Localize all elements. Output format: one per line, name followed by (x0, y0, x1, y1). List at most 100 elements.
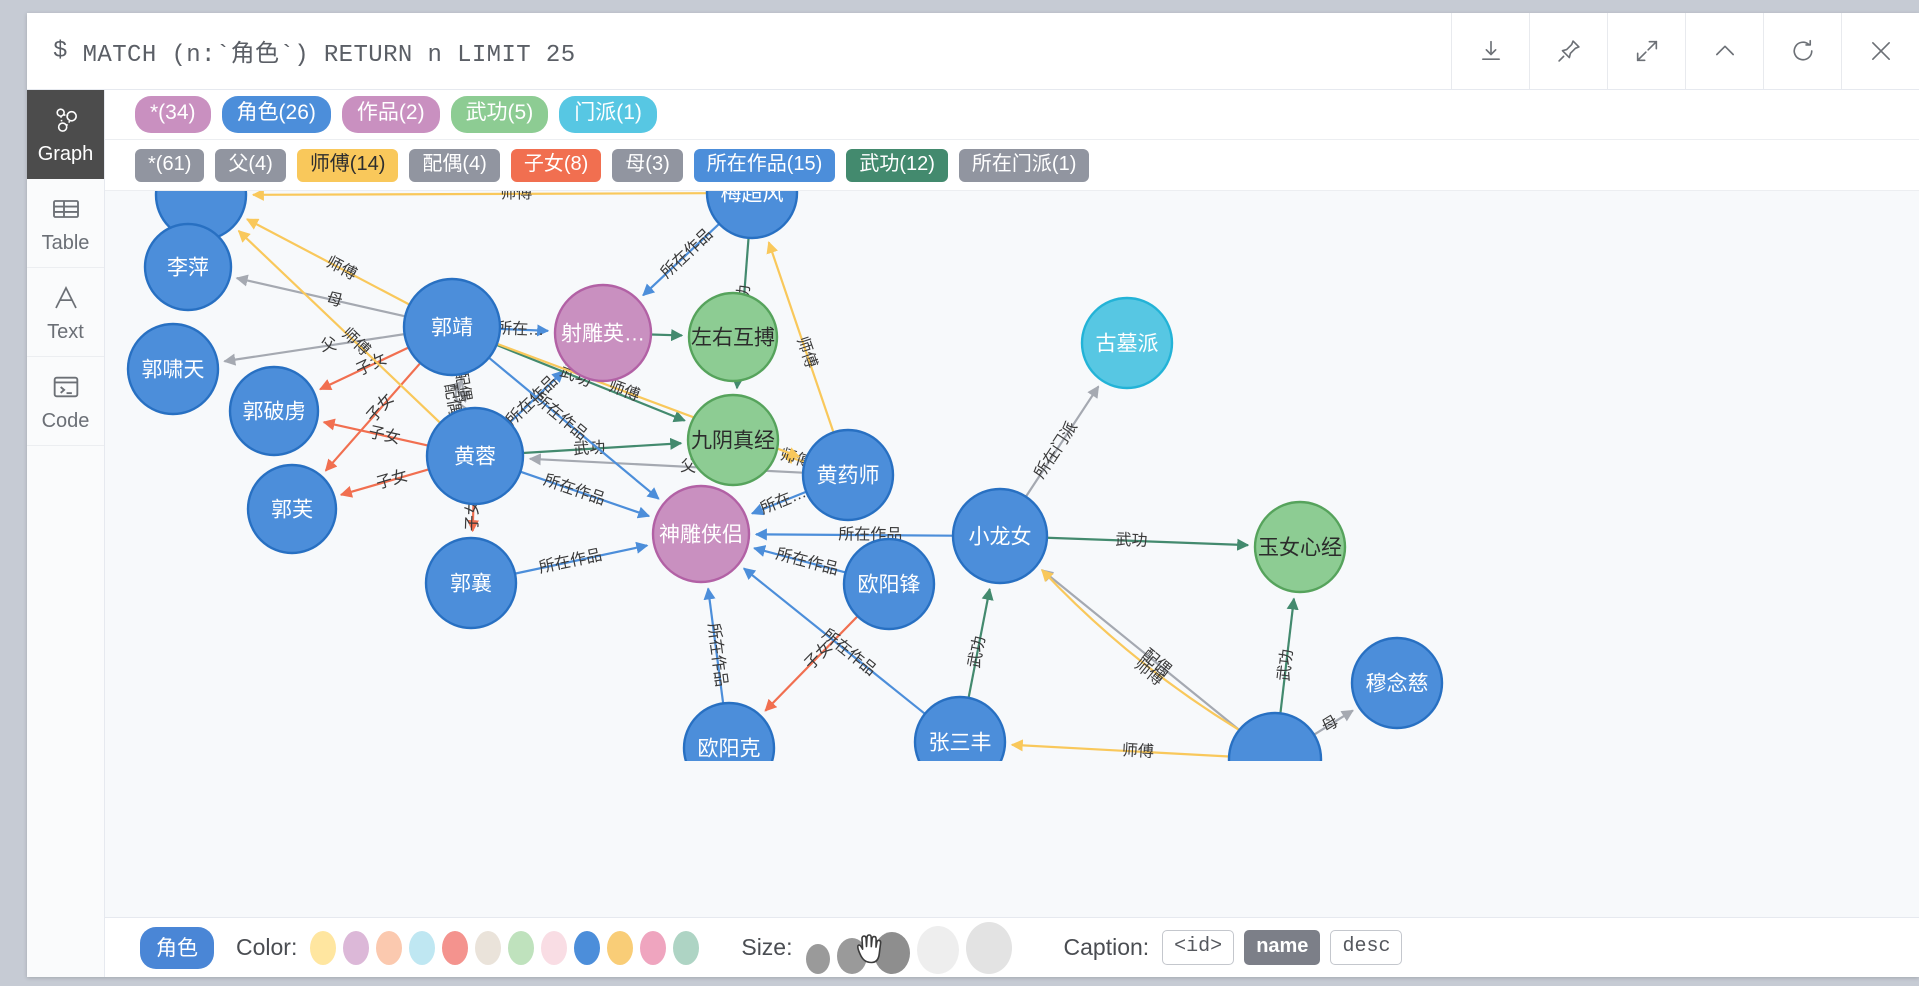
graph-node-circle[interactable] (682, 701, 776, 761)
pin-icon[interactable] (1529, 13, 1607, 89)
caption-option[interactable]: desc (1330, 930, 1403, 965)
relationship-type-chip[interactable]: 母(3) (612, 148, 683, 182)
relationship-type-chip[interactable]: *(61) (135, 148, 205, 182)
graph-node[interactable]: 穆念慈 (1350, 636, 1444, 730)
graph-node[interactable]: 九阴真经 (686, 393, 780, 487)
chevron-up-icon[interactable] (1685, 13, 1763, 89)
expand-icon[interactable] (1607, 13, 1685, 89)
graph-edge[interactable] (650, 329, 684, 342)
graph-node-circle[interactable] (705, 191, 799, 240)
graph-node-circle[interactable] (951, 487, 1049, 585)
color-swatch[interactable] (409, 930, 436, 965)
graph-node[interactable]: 小龙女 (951, 487, 1049, 585)
graph-node-circle[interactable] (228, 365, 320, 457)
size-option[interactable] (965, 921, 1012, 974)
color-swatch[interactable] (508, 930, 535, 965)
graph-node-circle[interactable] (1253, 500, 1347, 594)
graph-node[interactable]: 郭靖 (402, 277, 502, 377)
graph-edge[interactable] (750, 490, 807, 516)
color-swatch[interactable] (574, 930, 601, 965)
node-label-chip[interactable]: 角色(26) (221, 96, 331, 133)
graph-edge[interactable] (223, 333, 405, 366)
graph-node[interactable]: 黄药师 (801, 428, 895, 522)
graph-visualization[interactable]: 母父子女子女子女子女子女配偶配偶所在…所在作品所在作品武功武功武功师傅师傅父所在… (105, 191, 1919, 761)
graph-edge[interactable] (514, 541, 649, 575)
size-option[interactable] (916, 925, 959, 974)
graph-edge[interactable] (754, 528, 954, 541)
graph-edge[interactable] (752, 545, 846, 574)
graph-edge[interactable] (520, 470, 651, 519)
color-swatch[interactable] (376, 930, 403, 965)
graph-edge[interactable] (319, 346, 410, 391)
graph-edge[interactable] (457, 374, 470, 404)
color-swatch[interactable] (640, 930, 667, 965)
graph-node-circle[interactable] (1227, 711, 1323, 761)
graph-node[interactable]: 玉女心经 (1253, 500, 1347, 594)
color-swatch[interactable] (343, 930, 370, 965)
graph-node[interactable]: 左右互搏 (687, 291, 779, 383)
graph-node-circle[interactable] (553, 283, 653, 383)
graph-node[interactable]: 古墓派 (1080, 296, 1174, 390)
graph-node[interactable]: 张三丰 (913, 695, 1007, 761)
graph-node-circle[interactable] (651, 484, 751, 584)
download-icon[interactable] (1451, 13, 1529, 89)
graph-edge[interactable] (1313, 709, 1354, 736)
color-swatch[interactable] (607, 930, 634, 965)
graph-node[interactable]: 郭襄 (424, 536, 518, 630)
graph-node-circle[interactable] (425, 406, 525, 506)
graph-edge[interactable] (466, 503, 480, 533)
relationship-type-chip[interactable]: 所在门派(1) (958, 148, 1090, 182)
graph-node-circle[interactable] (246, 463, 338, 555)
graph-node[interactable]: 欧阳锋 (842, 537, 936, 631)
selected-label-pill[interactable]: 角色 (140, 926, 214, 969)
relationship-type-chip[interactable]: 配偶(4) (409, 148, 500, 182)
graph-edge[interactable] (1041, 569, 1240, 731)
graph-node[interactable] (1227, 711, 1323, 761)
graph-edge[interactable] (251, 191, 708, 201)
graph-node[interactable]: 黄蓉 (425, 406, 525, 506)
graph-node-circle[interactable] (143, 222, 233, 312)
graph-node[interactable]: 郭破虏 (228, 365, 320, 457)
graph-node-circle[interactable] (687, 291, 779, 383)
graph-edge[interactable] (499, 324, 550, 337)
relationship-type-chip[interactable]: 所在作品(15) (693, 148, 836, 182)
relationship-type-chip[interactable]: 父(4) (215, 148, 286, 182)
graph-node[interactable]: 李萍 (143, 222, 233, 312)
color-swatch[interactable] (310, 930, 337, 965)
graph-node[interactable]: 射雕英… (553, 283, 653, 383)
color-swatch[interactable] (541, 930, 568, 965)
graph-node-circle[interactable] (402, 277, 502, 377)
graph-node-circle[interactable] (1080, 296, 1174, 390)
color-swatch[interactable] (442, 930, 469, 965)
size-option[interactable] (805, 943, 830, 974)
node-label-chip[interactable]: 门派(1) (559, 96, 657, 133)
node-label-chip[interactable]: 作品(2) (341, 96, 440, 133)
relationship-type-chip[interactable]: 师傅(14) (296, 148, 399, 182)
caption-option[interactable]: <id> (1162, 930, 1235, 965)
graph-edge[interactable] (766, 241, 835, 433)
graph-edge[interactable] (1010, 739, 1230, 758)
graph-node-circle[interactable] (842, 537, 936, 631)
graph-node-circle[interactable] (424, 536, 518, 630)
graph-canvas[interactable]: 母父子女子女子女子女子女配偶配偶所在…所在作品所在作品武功武功武功师傅师傅父所在… (105, 191, 1919, 917)
node-label-chip[interactable]: 武功(5) (450, 96, 549, 133)
close-icon[interactable] (1841, 13, 1919, 89)
graph-edge[interactable] (967, 587, 994, 699)
size-option[interactable] (873, 931, 910, 974)
graph-node[interactable]: 神雕侠侣 (651, 484, 751, 584)
graph-edge[interactable] (781, 452, 806, 465)
sidebar-item-graph[interactable]: Graph (27, 90, 104, 179)
size-option[interactable] (836, 937, 867, 974)
graph-node[interactable]: 郭啸天 (126, 322, 220, 416)
relationship-type-chip[interactable]: 武功(12) (846, 148, 948, 182)
graph-node-circle[interactable] (126, 322, 220, 416)
refresh-icon[interactable] (1763, 13, 1841, 89)
graph-edge[interactable] (339, 468, 430, 498)
graph-node-circle[interactable] (913, 695, 1007, 761)
sidebar-item-code[interactable]: Code (27, 357, 104, 446)
graph-edge[interactable] (1046, 536, 1250, 551)
graph-node-circle[interactable] (801, 428, 895, 522)
graph-node-circle[interactable] (686, 393, 780, 487)
node-label-chip[interactable]: *(34) (135, 96, 211, 133)
graph-edge[interactable] (764, 615, 859, 712)
